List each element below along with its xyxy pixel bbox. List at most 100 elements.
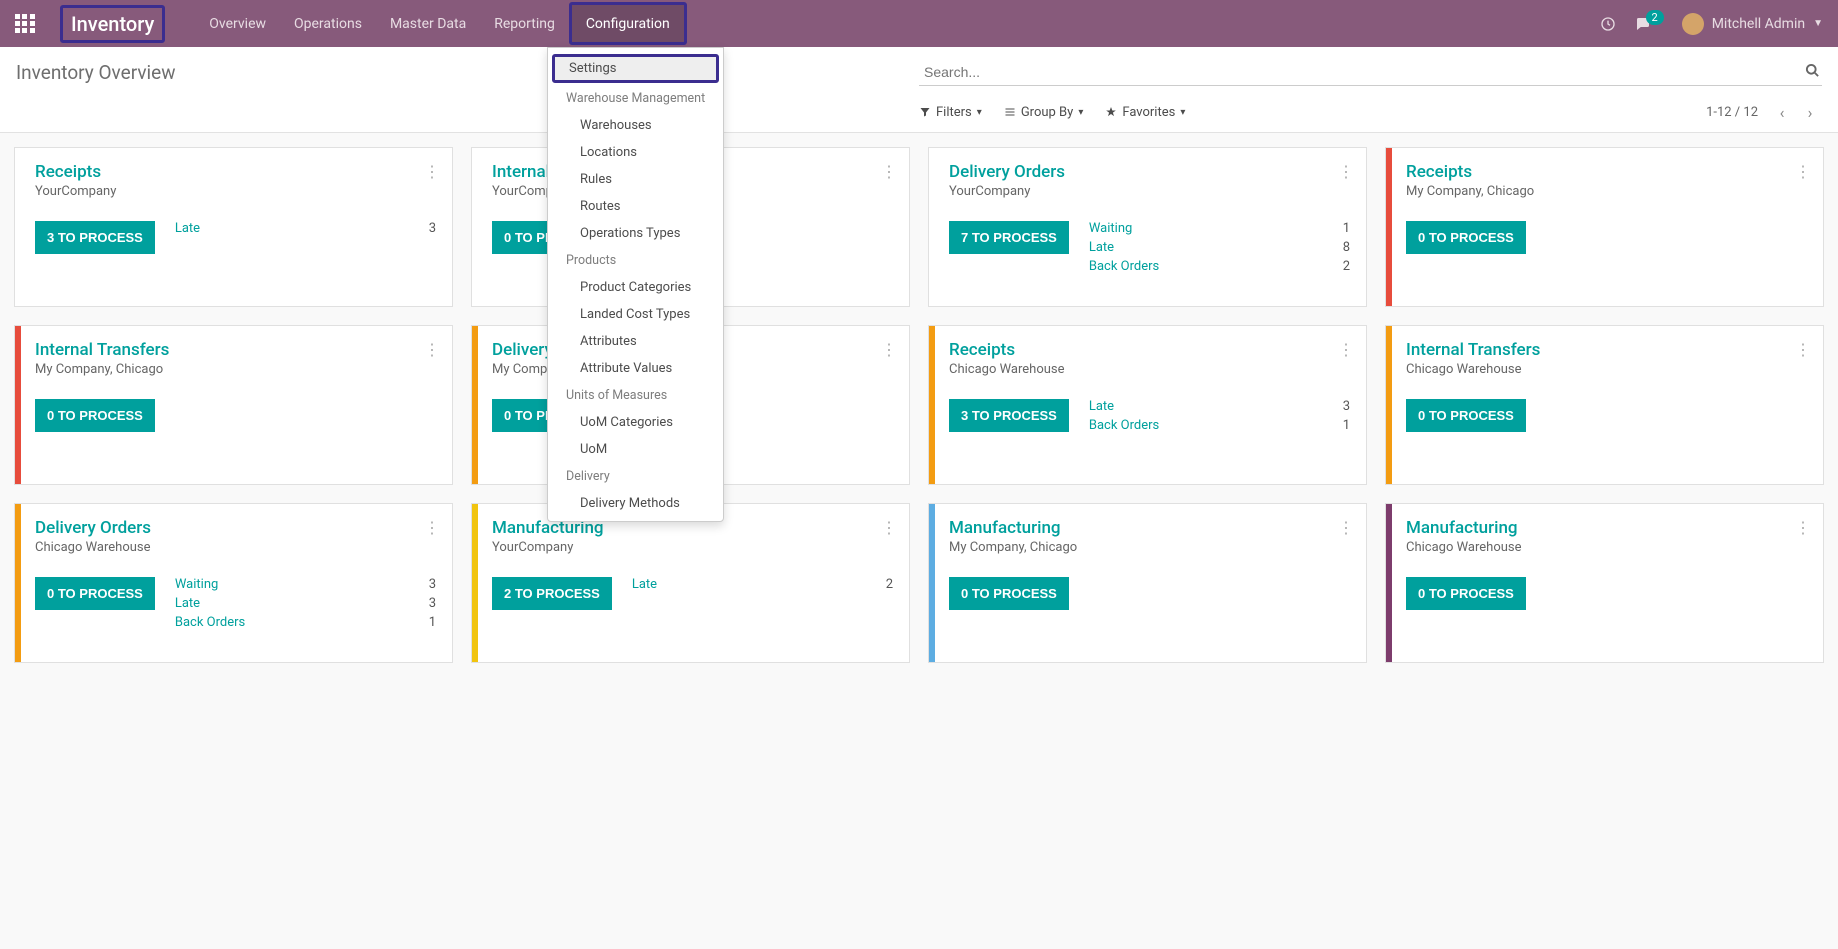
to-process-button[interactable]: 2 TO PROCESS: [492, 577, 612, 610]
search-input[interactable]: [919, 59, 1822, 86]
card-stripe: [472, 326, 478, 484]
card-title[interactable]: Receipts: [35, 162, 436, 182]
dropdown-item-attributes[interactable]: Attributes: [548, 328, 723, 355]
card-title[interactable]: Delivery Orders: [949, 162, 1350, 182]
stat-value: 2: [886, 577, 893, 592]
navbar-right: 2 Mitchell Admin ▼: [1600, 13, 1824, 35]
nav-item-overview[interactable]: Overview: [195, 0, 280, 47]
card-body: 7 TO PROCESS Waiting1 Late8 Back Orders2: [949, 221, 1350, 278]
filters-button[interactable]: Filters ▾: [919, 105, 982, 120]
prev-page-button[interactable]: ‹: [1770, 100, 1794, 124]
card-menu-icon[interactable]: ⋮: [1795, 340, 1811, 359]
card-subtitle: My Company, Chicago: [949, 540, 1350, 555]
to-process-button[interactable]: 0 TO PROCESS: [35, 399, 155, 432]
card-menu-icon[interactable]: ⋮: [424, 340, 440, 359]
kanban-card[interactable]: Delivery OrdersYourCompany⋮7 TO PROCESSW…: [928, 147, 1367, 307]
to-process-button[interactable]: 0 TO PROCESS: [1406, 221, 1526, 254]
card-menu-icon[interactable]: ⋮: [881, 162, 897, 181]
card-title[interactable]: Internal Transfers: [1406, 340, 1807, 360]
card-menu-icon[interactable]: ⋮: [1795, 162, 1811, 181]
card-body: 0 TO PROCESS: [949, 577, 1350, 610]
stat-row[interactable]: Waiting3: [175, 577, 436, 592]
card-body: 3 TO PROCESS Late3: [35, 221, 436, 254]
kanban-card[interactable]: Delivery OrdersChicago Warehouse⋮0 TO PR…: [14, 503, 453, 663]
card-menu-icon[interactable]: ⋮: [1338, 340, 1354, 359]
dropdown-header: Warehouse Management: [548, 85, 723, 112]
card-title[interactable]: Receipts: [949, 340, 1350, 360]
messages-icon[interactable]: 2: [1634, 15, 1664, 33]
dropdown-item-uom-categories[interactable]: UoM Categories: [548, 409, 723, 436]
dropdown-item-landed-cost-types[interactable]: Landed Cost Types: [548, 301, 723, 328]
kanban-card[interactable]: ReceiptsYourCompany⋮3 TO PROCESSLate3: [14, 147, 453, 307]
stat-row[interactable]: Late3: [1089, 399, 1350, 414]
favorites-button[interactable]: Favorites ▾: [1105, 105, 1185, 120]
card-title[interactable]: Internal Transfers: [35, 340, 436, 360]
stat-row[interactable]: Back Orders1: [175, 615, 436, 630]
dropdown-item-operations-types[interactable]: Operations Types: [548, 220, 723, 247]
clock-icon[interactable]: [1600, 16, 1616, 32]
brand[interactable]: Inventory: [60, 5, 165, 43]
card-menu-icon[interactable]: ⋮: [424, 518, 440, 537]
card-stats: Waiting1 Late8 Back Orders2: [1089, 221, 1350, 278]
kanban-card[interactable]: Manufacturing My Company, Chicago ⋮ 0 TO PR…: [928, 503, 1367, 663]
stat-label: Late: [632, 577, 657, 592]
stat-row[interactable]: Back Orders1: [1089, 418, 1350, 433]
next-page-button[interactable]: ›: [1798, 100, 1822, 124]
card-title[interactable]: Manufacturing: [1406, 518, 1807, 538]
card-stripe: [929, 504, 935, 662]
kanban-card[interactable]: ManufacturingYourCompany⋮2 TO PROCESSLat…: [471, 503, 910, 663]
stat-value: 8: [1343, 240, 1350, 255]
stat-label: Back Orders: [1089, 418, 1159, 433]
stat-value: 3: [429, 596, 436, 611]
kanban-card[interactable]: ReceiptsChicago Warehouse⋮3 TO PROCESSLa…: [928, 325, 1367, 485]
card-subtitle: My Company, Chicago: [1406, 184, 1807, 199]
stat-row[interactable]: Late3: [175, 596, 436, 611]
nav-item-operations[interactable]: Operations: [280, 0, 376, 47]
stat-row[interactable]: Back Orders2: [1089, 259, 1350, 274]
kanban-card[interactable]: ManufacturingChicago Warehouse⋮0 TO PROC…: [1385, 503, 1824, 663]
search-icon[interactable]: [1805, 63, 1820, 82]
to-process-button[interactable]: 0 TO PROCESS: [35, 577, 155, 610]
nav-item-master-data[interactable]: Master Data: [376, 0, 480, 47]
caret-down-icon: ▾: [977, 107, 982, 118]
card-title[interactable]: Manufacturing: [949, 518, 1350, 538]
stat-row[interactable]: Late3: [175, 221, 436, 236]
card-menu-icon[interactable]: ⋮: [1338, 162, 1354, 181]
groupby-button[interactable]: Group By ▾: [1004, 105, 1084, 120]
card-body: 0 TO PROCESS: [1406, 577, 1807, 610]
apps-icon[interactable]: [15, 14, 35, 34]
dropdown-item-locations[interactable]: Locations: [548, 139, 723, 166]
card-menu-icon[interactable]: ⋮: [881, 518, 897, 537]
dropdown-item-product-categories[interactable]: Product Categories: [548, 274, 723, 301]
nav-item-reporting[interactable]: Reporting: [480, 0, 569, 47]
kanban-card[interactable]: Receipts My Company, Chicago ⋮ 0 TO PROCESS: [1385, 147, 1824, 307]
card-title[interactable]: Receipts: [1406, 162, 1807, 182]
card-title[interactable]: Delivery Orders: [35, 518, 436, 538]
dropdown-item-delivery-methods[interactable]: Delivery Methods: [548, 490, 723, 517]
nav-item-configuration[interactable]: Configuration: [569, 2, 687, 45]
card-menu-icon[interactable]: ⋮: [881, 340, 897, 359]
dropdown-item-uom[interactable]: UoM: [548, 436, 723, 463]
to-process-button[interactable]: 3 TO PROCESS: [949, 399, 1069, 432]
stat-row[interactable]: Late8: [1089, 240, 1350, 255]
dropdown-item-attribute-values[interactable]: Attribute Values: [548, 355, 723, 382]
kanban-card[interactable]: Internal TransfersChicago Warehouse⋮0 TO…: [1385, 325, 1824, 485]
stat-row[interactable]: Waiting1: [1089, 221, 1350, 236]
card-stats: Late 2: [632, 577, 893, 610]
stat-row[interactable]: Late 2: [632, 577, 893, 592]
kanban-card[interactable]: Internal TransfersMy Company, Chicago⋮0 …: [14, 325, 453, 485]
to-process-button[interactable]: 0 TO PROCESS: [1406, 399, 1526, 432]
to-process-button[interactable]: 3 TO PROCESS: [35, 221, 155, 254]
card-menu-icon[interactable]: ⋮: [1795, 518, 1811, 537]
dropdown-item-settings[interactable]: Settings: [552, 54, 719, 83]
dropdown-item-warehouses[interactable]: Warehouses: [548, 112, 723, 139]
to-process-button[interactable]: 7 TO PROCESS: [949, 221, 1069, 254]
dropdown-item-routes[interactable]: Routes: [548, 193, 723, 220]
card-menu-icon[interactable]: ⋮: [1338, 518, 1354, 537]
dropdown-item-rules[interactable]: Rules: [548, 166, 723, 193]
user-menu[interactable]: Mitchell Admin ▼: [1682, 13, 1823, 35]
card-body: 0 TO PROCESS: [35, 399, 436, 432]
card-menu-icon[interactable]: ⋮: [424, 162, 440, 181]
to-process-button[interactable]: 0 TO PROCESS: [949, 577, 1069, 610]
to-process-button[interactable]: 0 TO PROCESS: [1406, 577, 1526, 610]
